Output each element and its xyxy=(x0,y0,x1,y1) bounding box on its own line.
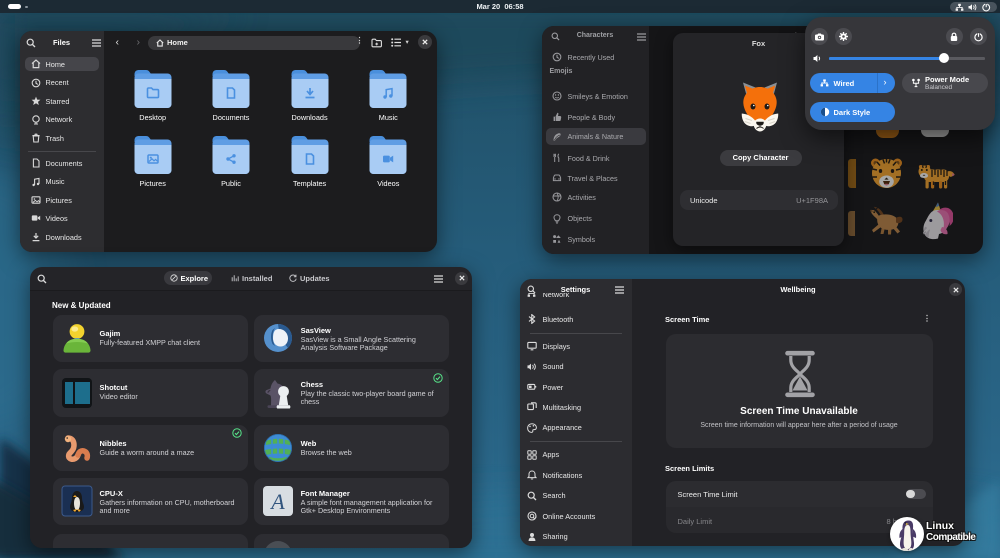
svg-text:A: A xyxy=(269,489,285,514)
